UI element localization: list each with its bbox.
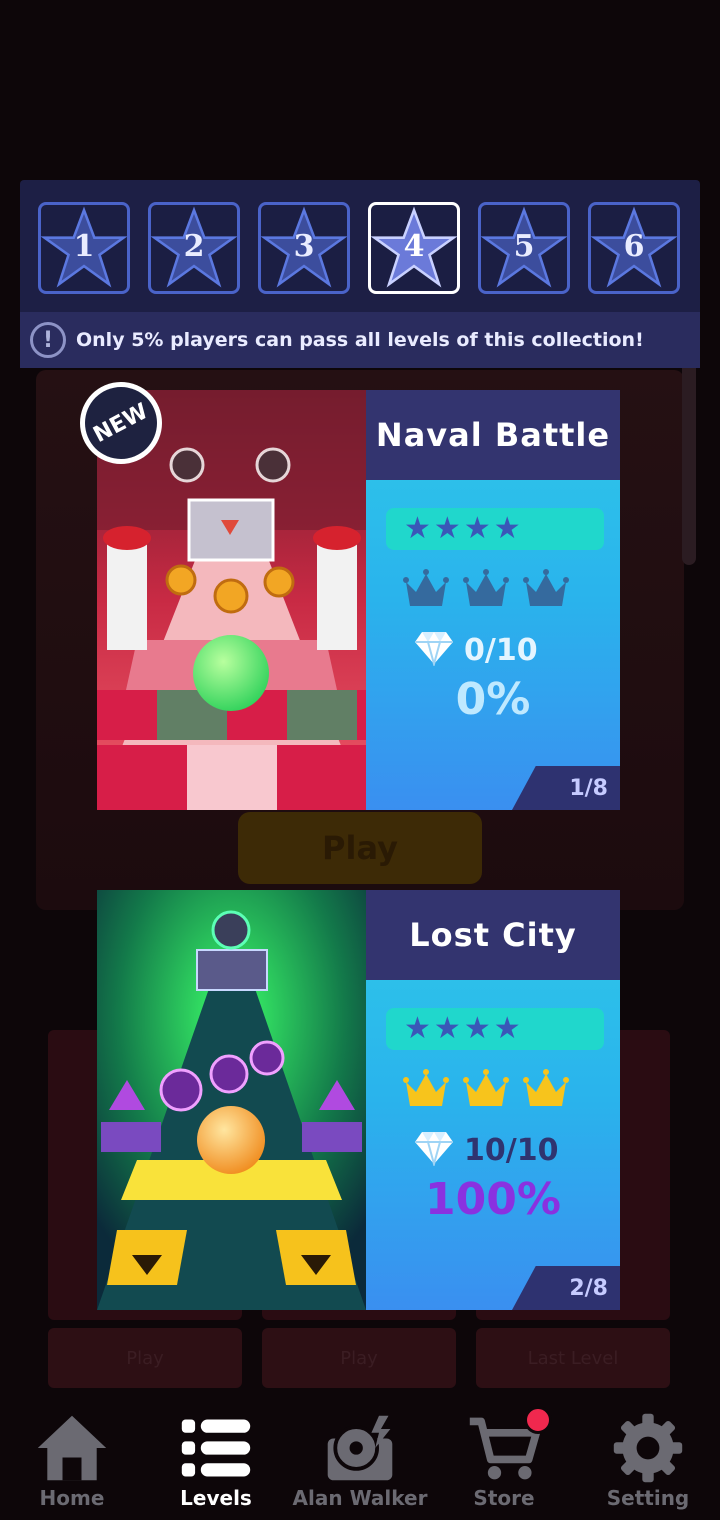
star-tab-label: 1 — [73, 229, 95, 264]
diamond-icon — [414, 630, 454, 670]
star-tab-3[interactable]: 3 — [258, 202, 350, 294]
star-icon: ★ — [493, 1011, 521, 1046]
diamond-icon — [414, 1130, 454, 1170]
level-artwork[interactable] — [97, 890, 366, 1310]
background-row-button: Last Level — [476, 1328, 670, 1388]
star-tab-2[interactable]: 2 — [148, 202, 240, 294]
crown-icon-empty — [402, 566, 450, 618]
level-title: Naval Battle — [366, 390, 620, 480]
gem-progress: 10/10 — [414, 1130, 558, 1170]
level-card-lost-city[interactable]: Lost City ★ ★ ★ ★ 10/10 100% 2/8 — [97, 890, 620, 1310]
notice-text: Only 5% players can pass all levels of t… — [76, 329, 644, 351]
completion-percent: 100% — [425, 1174, 561, 1225]
level-card-naval-battle[interactable]: Naval Battle ★ ★ ★ ★ 0/10 0% 1/8 — [97, 390, 620, 810]
nav-item-alan-walker[interactable]: Alan Walker — [288, 1400, 432, 1520]
star-tab-5[interactable]: 5 — [478, 202, 570, 294]
gem-progress: 0/10 — [414, 630, 538, 670]
nav-label: Levels — [180, 1486, 252, 1510]
home-icon — [32, 1408, 112, 1488]
gem-count: 10/10 — [464, 1132, 559, 1168]
star-tab-4[interactable]: 4 — [368, 202, 460, 294]
star-tab-label: 6 — [623, 229, 645, 264]
collection-notice: ! Only 5% players can pass all levels of… — [20, 312, 700, 368]
completion-percent: 0% — [455, 674, 531, 725]
star-tab-row: 1 2 3 4 5 6 — [38, 202, 680, 294]
nav-item-levels[interactable]: Levels — [144, 1400, 288, 1520]
star-tab-6[interactable]: 6 — [588, 202, 680, 294]
gear-icon — [608, 1408, 688, 1488]
background-row-button: Play — [48, 1328, 242, 1388]
star-icon: ★ — [463, 511, 491, 546]
crown-progress — [402, 1066, 570, 1118]
crown-icon-empty — [522, 566, 570, 618]
star-icon: ★ — [433, 511, 461, 546]
level-page-indicator: 2/8 — [512, 1266, 620, 1310]
exclamation-icon: ! — [30, 322, 66, 358]
level-page-indicator: 1/8 — [512, 766, 620, 810]
level-title: Lost City — [366, 890, 620, 980]
crown-progress — [402, 566, 570, 618]
gem-count: 0/10 — [464, 632, 538, 668]
star-icon: ★ — [463, 1011, 491, 1046]
nav-label: Setting — [606, 1486, 690, 1510]
difficulty-stars: ★ ★ ★ ★ — [386, 1008, 604, 1050]
crown-icon-gold — [462, 1066, 510, 1118]
star-icon: ★ — [404, 1011, 431, 1046]
dj-turntable-icon — [320, 1408, 400, 1488]
lost-city-artwork-image — [97, 890, 366, 1310]
background-row-button: Play — [262, 1328, 456, 1388]
levels-list-icon — [176, 1408, 256, 1488]
scrollbar[interactable] — [682, 340, 696, 565]
star-tab-label: 3 — [293, 229, 315, 264]
star-icon: ★ — [433, 1011, 461, 1046]
star-icon: ★ — [404, 511, 431, 546]
crown-icon-gold — [402, 1066, 450, 1118]
crown-icon-gold — [522, 1066, 570, 1118]
nav-label: Store — [473, 1486, 535, 1510]
crown-icon-empty — [462, 566, 510, 618]
star-tab-label: 5 — [513, 229, 535, 264]
bottom-navigation: Home Levels Alan Walker Store Setting — [0, 1400, 720, 1520]
level-info-panel: Lost City ★ ★ ★ ★ 10/10 100% 2/8 — [366, 890, 620, 1310]
new-badge-label: NEW — [89, 398, 153, 448]
star-icon: ★ — [493, 511, 521, 546]
star-tab-label: 2 — [183, 229, 205, 264]
background-play-button: Play — [238, 812, 482, 884]
nav-item-setting[interactable]: Setting — [576, 1400, 720, 1520]
star-tab-1[interactable]: 1 — [38, 202, 130, 294]
nav-item-store[interactable]: Store — [432, 1400, 576, 1520]
difficulty-stars: ★ ★ ★ ★ — [386, 508, 604, 550]
nav-item-home[interactable]: Home — [0, 1400, 144, 1520]
nav-label: Alan Walker — [292, 1486, 428, 1510]
new-badge: NEW — [80, 382, 162, 464]
nav-label: Home — [39, 1486, 105, 1510]
store-notification-dot — [524, 1406, 552, 1434]
star-tab-label: 4 — [403, 229, 425, 264]
level-info-panel: Naval Battle ★ ★ ★ ★ 0/10 0% 1/8 — [366, 390, 620, 810]
collection-selector: 1 2 3 4 5 6 ! Only 5% players can pass a… — [20, 180, 700, 368]
